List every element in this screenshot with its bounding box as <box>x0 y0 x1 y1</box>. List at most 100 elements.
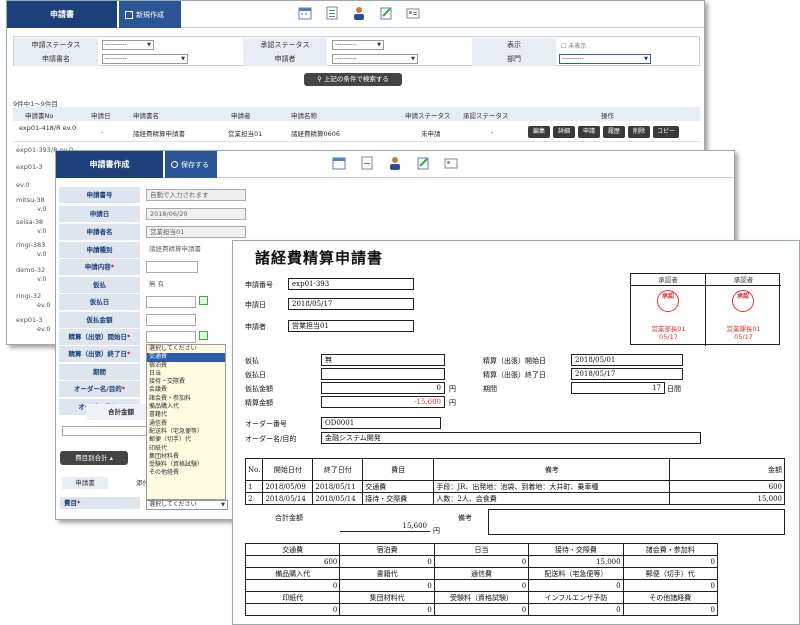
form-name-select[interactable]: ---------- <box>102 54 188 64</box>
approver-role: 承認者 <box>631 274 705 286</box>
calendar-icon[interactable] <box>332 156 346 170</box>
start-date-value: 2018/05/01 <box>571 354 683 366</box>
end-date-value: 2018/05/17 <box>571 368 683 380</box>
field-input[interactable] <box>146 314 196 326</box>
summary-label: 配送料（宅急便等） <box>528 567 624 580</box>
new-button[interactable]: 新規作成 <box>119 1 181 28</box>
notepad-icon[interactable] <box>379 6 393 20</box>
item-select[interactable]: 選択してください <box>146 500 228 510</box>
new-button-label: 新規作成 <box>136 10 164 19</box>
approval-cell: 承認者 承認 営業部長01 05/17 <box>631 274 706 346</box>
detail-button[interactable]: 詳細 <box>553 126 575 138</box>
required-mark: * <box>127 350 131 358</box>
approver-name: 営業部長01 <box>651 325 686 333</box>
table-header: 申請書No 申請日 申請書名 申請者 申請名称 申請ステータス 承認ステータス … <box>13 107 700 121</box>
list-topbar: 申請書 新規作成 <box>7 1 704 28</box>
total-label: 合計金額 <box>275 514 303 522</box>
save-button-label: 保存する <box>181 160 209 169</box>
expense-dropdown[interactable]: 選択してください 交通費 宿泊費 日当 接待・交際費 会議費 諸会費・参加料 備品購入代 書籍代… <box>146 344 226 500</box>
list-icon[interactable] <box>360 156 374 170</box>
details-header-cell: 備考 <box>433 458 671 481</box>
dropdown-option[interactable]: 日当 <box>147 370 225 378</box>
list-icon[interactable] <box>325 6 339 20</box>
id-card-icon[interactable] <box>444 156 458 170</box>
applicant-label: 申請者 <box>245 323 266 331</box>
user-icon[interactable] <box>388 156 402 170</box>
edit-brand[interactable]: 申請書作成 <box>56 151 163 178</box>
unapproved-checkbox[interactable]: ☐ 未表示 <box>561 41 586 50</box>
dropdown-option[interactable]: 宿泊費 <box>147 362 225 370</box>
summary-label: 宿泊費 <box>339 543 435 556</box>
dropdown-option[interactable]: 交通費 <box>147 353 225 362</box>
period-label: 期間 <box>483 385 497 393</box>
row-no[interactable]: exp01-418/R ev.0 <box>19 124 79 132</box>
calendar-icon[interactable] <box>298 6 312 20</box>
field-label: オーダー名/目的* <box>59 381 140 397</box>
approval-status-select[interactable]: ---------- <box>332 40 384 50</box>
details-cell: 2018/05/14 <box>262 492 314 505</box>
dropdown-option[interactable]: 通信費 <box>147 420 225 428</box>
advance-amount-label: 仮払金額 <box>245 385 273 393</box>
col-status: 申請ステータス <box>405 112 451 120</box>
department-label: 部門 <box>472 52 556 66</box>
col-date: 申請日 <box>91 112 111 120</box>
row-name: 諸経費精算0606 <box>291 130 341 138</box>
delete-button[interactable]: 削除 <box>628 126 650 138</box>
dropdown-option[interactable]: 会議費 <box>147 386 225 394</box>
approval-seal: 承認 <box>657 290 679 312</box>
edit-button[interactable]: 編集 <box>528 126 550 138</box>
calendar-icon[interactable] <box>199 296 208 305</box>
field-value[interactable]: 無 有 <box>146 279 246 291</box>
advance-date-label: 仮払日 <box>245 371 266 379</box>
field-value: 営業担当01 <box>146 226 246 238</box>
field-input[interactable] <box>146 331 196 343</box>
dropdown-option[interactable]: 書籍代 <box>147 411 225 419</box>
yen-unit: 円 <box>449 385 456 393</box>
row-status: 未申請 <box>421 130 441 138</box>
copy-button[interactable]: コピー <box>653 126 679 138</box>
row-applicant: 営業担当01 <box>228 130 263 138</box>
table-row[interactable]: exp01-418/R ev.0 - 諸経費精算申請書 営業担当01 諸経費精算… <box>13 122 700 142</box>
dropdown-option[interactable]: 集団材料費 <box>147 453 225 461</box>
app-brand[interactable]: 申請書 <box>7 1 117 28</box>
user-icon[interactable] <box>352 6 366 20</box>
department-select[interactable]: ---------- <box>559 54 651 64</box>
field-input[interactable] <box>146 261 198 273</box>
details-header-cell: 金額 <box>669 458 785 481</box>
search-button[interactable]: ⚲ 上記の条件で検索する <box>304 73 402 86</box>
dropdown-option[interactable]: その他経費 <box>147 469 225 477</box>
side-row-text: v.0 <box>37 227 47 235</box>
summary-label: 諸会費・参加料 <box>622 543 719 556</box>
id-card-icon[interactable] <box>406 6 420 20</box>
side-row-text: v.0 <box>37 205 47 213</box>
applicant-value: 営業担当01 <box>288 320 414 332</box>
field-input[interactable] <box>146 296 196 308</box>
save-button[interactable]: 保存する <box>165 151 217 178</box>
details-cell: 600 <box>669 480 785 493</box>
field-value[interactable]: 諸経費精算申請書 <box>146 244 206 256</box>
field-label-text: 申請日 <box>89 210 110 218</box>
calendar-icon[interactable] <box>199 331 208 340</box>
dropdown-option[interactable]: 印紙代 <box>147 445 225 453</box>
unapproved-checkbox-label: 未表示 <box>568 43 587 50</box>
save-icon <box>171 161 178 168</box>
expense-total-label: 費目別合計 <box>75 454 108 462</box>
app-date-value: 2018/05/17 <box>288 298 414 310</box>
details-cell: 2018/05/14 <box>312 492 364 505</box>
details-cell: 2018/05/11 <box>312 480 364 493</box>
application-status-select[interactable]: ---------- <box>102 40 154 50</box>
side-row-text: seisa-38 <box>16 218 44 226</box>
approval-status-label: 承認ステータス <box>243 38 327 52</box>
advance-value: 無 <box>321 354 445 366</box>
history-button[interactable]: 履歴 <box>603 126 625 138</box>
apply-button[interactable]: 申請 <box>578 126 600 138</box>
notepad-icon[interactable] <box>416 156 430 170</box>
applicant-select[interactable]: ---------- <box>332 54 418 64</box>
expense-total-button[interactable]: 費目別合計 ▴ <box>60 451 128 465</box>
dropdown-option[interactable]: 郵便（切手）代 <box>147 436 225 444</box>
app-no-value: exp01-393 <box>288 278 414 290</box>
dropdown-option[interactable]: 諸会費・参加料 <box>147 395 225 403</box>
approval-date: 05/17 <box>659 333 678 341</box>
total-amount-field[interactable] <box>62 426 148 436</box>
tab-request[interactable]: 申請書 <box>62 477 108 489</box>
